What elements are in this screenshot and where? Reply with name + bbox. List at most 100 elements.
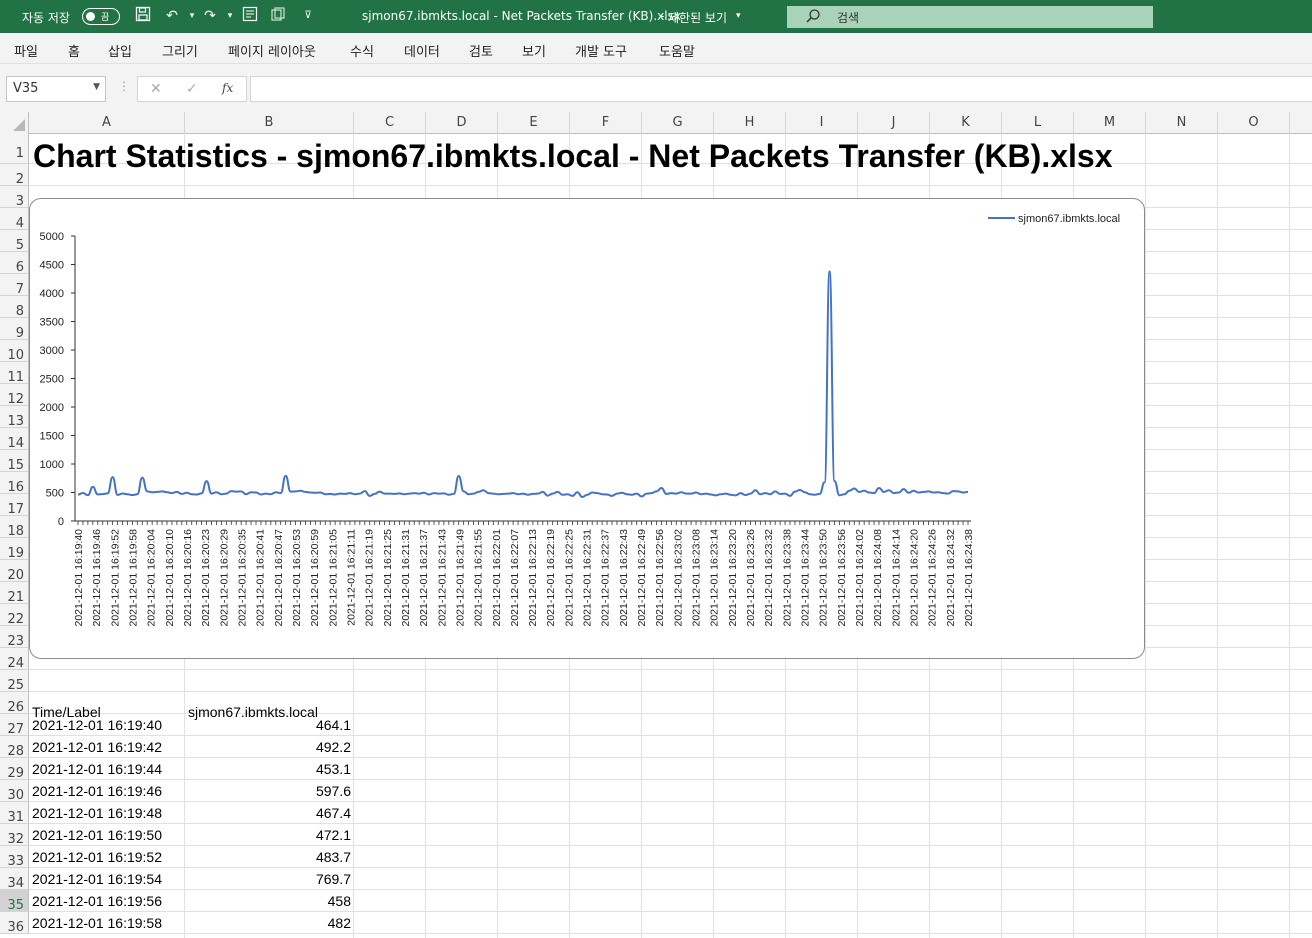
- column-header-a[interactable]: A: [29, 112, 185, 134]
- name-box-dropdown-icon[interactable]: ▼: [93, 82, 100, 92]
- value-cell[interactable]: 483.7: [188, 849, 351, 865]
- customize-toolbar-icon[interactable]: ⊽: [298, 6, 318, 26]
- tab-data[interactable]: 데이터: [404, 41, 440, 60]
- row-header-27[interactable]: 27: [0, 714, 29, 737]
- row-header-28[interactable]: 28: [0, 736, 29, 759]
- row-header-25[interactable]: 25: [0, 670, 29, 693]
- row-header-1[interactable]: 1: [0, 134, 29, 164]
- line-chart[interactable]: 0 500 1000 1500 2000 2500 3000 3500 4000 4500 5000…: [29, 198, 1145, 659]
- row-header-13[interactable]: 13: [0, 406, 29, 429]
- row-header-35[interactable]: 35: [0, 890, 29, 913]
- row-header-31[interactable]: 31: [0, 802, 29, 825]
- row-header-12[interactable]: 12: [0, 384, 29, 407]
- row-header-20[interactable]: 20: [0, 560, 29, 583]
- column-header-b[interactable]: B: [185, 112, 354, 134]
- tab-help[interactable]: 도움말: [659, 41, 695, 60]
- row-header-6[interactable]: 6: [0, 252, 29, 275]
- value-cell[interactable]: 492.2: [188, 739, 351, 755]
- value-cell[interactable]: 597.6: [188, 783, 351, 799]
- row-header-30[interactable]: 30: [0, 780, 29, 803]
- row-header-5[interactable]: 5: [0, 230, 29, 253]
- row-header-8[interactable]: 8: [0, 296, 29, 319]
- search-box[interactable]: 검색: [787, 6, 1153, 28]
- redo-icon[interactable]: ↷: [200, 6, 220, 26]
- formula-bar-grip-icon[interactable]: ⋮: [118, 79, 130, 93]
- column-header-o[interactable]: O: [1218, 112, 1290, 134]
- column-header-l[interactable]: L: [1002, 112, 1074, 134]
- row-header-33[interactable]: 33: [0, 846, 29, 869]
- column-header-h[interactable]: H: [714, 112, 786, 134]
- row-header-32[interactable]: 32: [0, 824, 29, 847]
- time-cell[interactable]: 2021-12-01 16:19:44: [32, 761, 162, 777]
- enter-icon[interactable]: ✓: [186, 81, 198, 97]
- row-header-18[interactable]: 18: [0, 516, 29, 539]
- tab-home[interactable]: 홈: [68, 41, 80, 60]
- row-header-23[interactable]: 23: [0, 626, 29, 649]
- row-header-7[interactable]: 7: [0, 274, 29, 297]
- row-header-3[interactable]: 3: [0, 186, 29, 209]
- column-header-m[interactable]: M: [1074, 112, 1146, 134]
- time-cell[interactable]: 2021-12-01 16:19:40: [32, 717, 162, 733]
- row-header-24[interactable]: 24: [0, 648, 29, 671]
- column-header-j[interactable]: J: [858, 112, 930, 134]
- row-header-10[interactable]: 10: [0, 340, 29, 363]
- row-header-9[interactable]: 9: [0, 318, 29, 341]
- name-box[interactable]: V35 ▼: [6, 76, 106, 102]
- form-icon[interactable]: [240, 6, 260, 26]
- tab-draw[interactable]: 그리기: [162, 41, 198, 60]
- column-header-n[interactable]: N: [1146, 112, 1218, 134]
- time-cell[interactable]: 2021-12-01 16:19:56: [32, 893, 162, 909]
- time-cell[interactable]: 2021-12-01 16:19:54: [32, 871, 162, 887]
- cancel-icon[interactable]: ✕: [150, 81, 162, 97]
- column-header-i[interactable]: I: [786, 112, 858, 134]
- time-cell[interactable]: 2021-12-01 16:19:46: [32, 783, 162, 799]
- value-cell[interactable]: 467.4: [188, 805, 351, 821]
- undo-dropdown-icon[interactable]: ▾: [182, 6, 202, 26]
- row-header-22[interactable]: 22: [0, 604, 29, 627]
- tab-developer[interactable]: 개발 도구: [575, 41, 627, 60]
- tab-review[interactable]: 검토: [469, 41, 493, 60]
- time-cell[interactable]: 2021-12-01 16:19:48: [32, 805, 162, 821]
- autosave-toggle[interactable]: 끔: [82, 8, 120, 25]
- row-header-4[interactable]: 4: [0, 208, 29, 231]
- tab-formulas[interactable]: 수식: [350, 41, 374, 60]
- copy-icon[interactable]: [268, 6, 288, 26]
- row-header-17[interactable]: 17: [0, 494, 29, 517]
- worksheet[interactable]: ABCDEFGHIJKLMNO 1 2 3 4 5 6 7 8 9 10 11 12 13 14 15 16 1…: [0, 112, 1312, 938]
- save-icon[interactable]: [133, 6, 153, 26]
- insert-function-icon[interactable]: fx: [222, 81, 233, 95]
- row-header-21[interactable]: 21: [0, 582, 29, 605]
- row-header-11[interactable]: 11: [0, 362, 29, 385]
- view-mode[interactable]: 제한된 보기: [668, 9, 727, 26]
- value-cell[interactable]: 458: [188, 893, 351, 909]
- row-header-26[interactable]: 26: [0, 692, 29, 715]
- row-header-36[interactable]: 36: [0, 912, 29, 935]
- row-header-15[interactable]: 15: [0, 450, 29, 473]
- time-cell[interactable]: 2021-12-01 16:19:42: [32, 739, 162, 755]
- tab-page-layout[interactable]: 페이지 레이아웃: [228, 41, 316, 60]
- row-header-16[interactable]: 16: [0, 472, 29, 495]
- column-header-e[interactable]: E: [498, 112, 570, 134]
- formula-input[interactable]: [250, 76, 1312, 102]
- value-cell[interactable]: 453.1: [188, 761, 351, 777]
- row-header-29[interactable]: 29: [0, 758, 29, 781]
- time-cell[interactable]: 2021-12-01 16:19:50: [32, 827, 162, 843]
- undo-icon[interactable]: ↶: [162, 6, 182, 26]
- value-cell[interactable]: 482: [188, 915, 351, 931]
- value-cell[interactable]: 769.7: [188, 871, 351, 887]
- tab-view[interactable]: 보기: [522, 41, 546, 60]
- column-header-f[interactable]: F: [570, 112, 642, 134]
- column-header-k[interactable]: K: [930, 112, 1002, 134]
- column-header-c[interactable]: C: [354, 112, 426, 134]
- redo-dropdown-icon[interactable]: ▾: [220, 6, 240, 26]
- row-header-14[interactable]: 14: [0, 428, 29, 451]
- select-all-button[interactable]: [0, 112, 29, 134]
- row-header-19[interactable]: 19: [0, 538, 29, 561]
- value-cell[interactable]: 472.1: [188, 827, 351, 843]
- tab-file[interactable]: 파일: [14, 41, 38, 60]
- column-header-g[interactable]: G: [642, 112, 714, 134]
- tab-insert[interactable]: 삽입: [108, 41, 132, 60]
- value-cell[interactable]: 464.1: [188, 717, 351, 733]
- view-mode-dropdown-icon[interactable]: ▾: [736, 11, 741, 21]
- row-header-34[interactable]: 34: [0, 868, 29, 891]
